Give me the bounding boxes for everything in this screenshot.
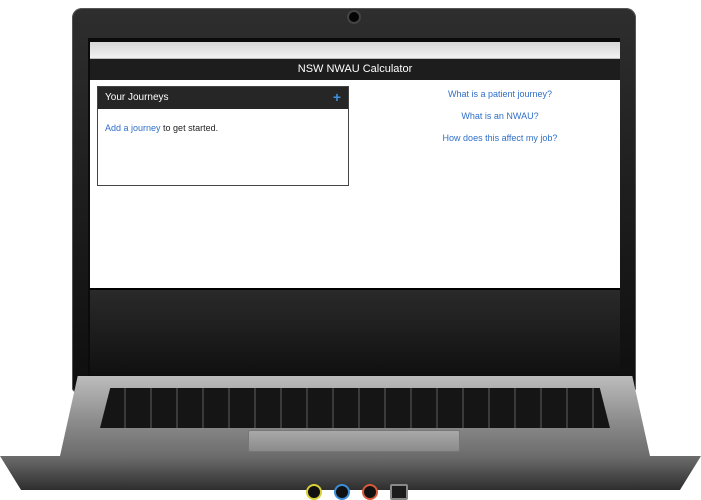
webcam-icon: [349, 12, 359, 22]
laptop-front-edge: [0, 456, 701, 490]
add-journey-plus-icon[interactable]: +: [333, 87, 341, 107]
app-screen: NSW NWAU Calculator Your Journeys + Add …: [90, 42, 620, 290]
audio-port-icon: [306, 484, 322, 500]
keyboard: [100, 388, 610, 428]
faq-link-patient-journey[interactable]: What is a patient journey?: [390, 89, 610, 99]
app-title: NSW NWAU Calculator: [297, 63, 413, 75]
add-journey-link[interactable]: Add a journey: [105, 123, 161, 133]
journeys-panel: Your Journeys + Add a journey to get sta…: [97, 86, 349, 186]
browser-top-strip: [90, 42, 620, 59]
app-title-bar: NSW NWAU Calculator: [90, 59, 620, 80]
faq-link-job-effect[interactable]: How does this affect my job?: [390, 133, 610, 143]
mic-port-icon: [362, 484, 378, 500]
laptop-frame: NSW NWAU Calculator Your Journeys + Add …: [0, 0, 701, 500]
journeys-heading: Your Journeys: [105, 92, 169, 103]
card-slot-icon: [390, 484, 408, 500]
touchpad: [248, 430, 460, 452]
get-started-text: to get started.: [160, 123, 219, 133]
journeys-panel-header: Your Journeys +: [98, 87, 348, 109]
faq-link-nwau[interactable]: What is an NWAU?: [390, 111, 610, 121]
line-in-port-icon: [334, 484, 350, 500]
screen-lower-area: [90, 290, 620, 375]
journeys-panel-body: Add a journey to get started.: [98, 109, 348, 147]
